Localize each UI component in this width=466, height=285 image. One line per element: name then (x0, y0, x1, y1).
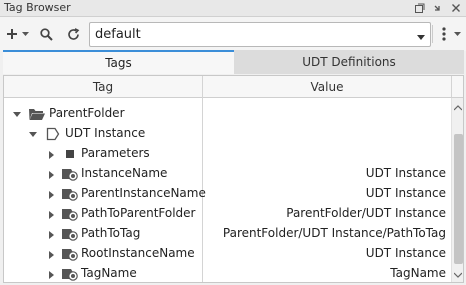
close-icon[interactable] (448, 0, 464, 16)
collapsed-arrow-icon[interactable] (47, 149, 57, 159)
table-header: Tag Value (4, 76, 451, 98)
tree-row[interactable]: ParentFolder (4, 104, 451, 124)
tab-udt-definitions[interactable]: UDT Definitions (234, 50, 464, 74)
tree-row-value: UDT Instance (365, 246, 446, 260)
tree-row-name: UDT Instance (65, 126, 146, 140)
tag-icon (61, 226, 79, 242)
scrollbar-thumb[interactable] (454, 134, 463, 264)
vertical-scrollbar[interactable] (451, 98, 463, 282)
folder-icon (28, 106, 46, 122)
tree-row[interactable]: UDT Instance (4, 124, 451, 144)
tag-provider-value: default (95, 27, 141, 42)
kebab-menu-icon[interactable] (439, 23, 449, 45)
scrollbar-corner (451, 76, 463, 98)
undock-icon[interactable] (412, 0, 428, 16)
tree-row-value: ParentFolder/UDT Instance/PathToTag (222, 226, 446, 240)
tree-row-name: PathToTag (81, 226, 141, 240)
tree-row-value: TagName (390, 266, 446, 280)
minimize-icon[interactable] (430, 0, 446, 16)
tag-icon (61, 266, 79, 282)
scroll-down-icon[interactable] (453, 267, 463, 281)
toolbar: default (0, 17, 466, 51)
udt-instance-icon (45, 126, 63, 142)
tree-row[interactable]: ParentInstanceName UDT Instance (4, 184, 451, 204)
tree-row[interactable]: PathToTag ParentFolder/UDT Instance/Path… (4, 224, 451, 244)
tag-icon (61, 166, 79, 182)
tree-row[interactable]: InstanceName UDT Instance (4, 164, 451, 184)
tab-tags[interactable]: Tags (3, 50, 234, 74)
collapsed-arrow-icon[interactable] (47, 209, 57, 219)
tree-row[interactable]: PathToParentFolder ParentFolder/UDT Inst… (4, 204, 451, 224)
tag-icon (61, 206, 79, 222)
tree-row-name: Parameters (81, 146, 150, 160)
column-header-value[interactable]: Value (203, 76, 451, 97)
tab-bar: Tags UDT Definitions (3, 50, 464, 75)
dropdown-caret-icon[interactable] (20, 23, 30, 45)
tree-row[interactable]: TagName TagName (4, 264, 451, 282)
tree-row-name: RootInstanceName (81, 246, 195, 260)
add-tag-icon[interactable] (4, 23, 20, 45)
tree-row-name: ParentInstanceName (81, 186, 206, 200)
collapsed-arrow-icon[interactable] (47, 169, 57, 179)
scroll-up-icon[interactable] (453, 100, 463, 114)
tag-provider-select[interactable]: default (89, 22, 431, 47)
tree-row-name: TagName (81, 266, 137, 280)
collapsed-arrow-icon[interactable] (47, 189, 57, 199)
kebab-caret-icon[interactable] (452, 23, 462, 45)
parameters-icon (62, 146, 80, 162)
tree-row-name: InstanceName (81, 166, 168, 180)
title-bar: Tag Browser (0, 0, 466, 17)
chevron-down-icon (417, 30, 425, 44)
column-header-tag[interactable]: Tag (4, 76, 202, 97)
expanded-arrow-icon[interactable] (28, 129, 38, 139)
tree-row-value: ParentFolder/UDT Instance (286, 206, 446, 220)
expanded-arrow-icon[interactable] (12, 109, 22, 119)
search-icon[interactable] (37, 23, 55, 45)
collapsed-arrow-icon[interactable] (47, 229, 57, 239)
collapsed-arrow-icon[interactable] (47, 269, 57, 279)
tree-row[interactable]: Parameters (4, 144, 451, 164)
collapsed-arrow-icon[interactable] (47, 249, 57, 259)
tree-row-value: UDT Instance (365, 166, 446, 180)
tree-row[interactable]: RootInstanceName UDT Instance (4, 244, 451, 264)
refresh-icon[interactable] (64, 23, 82, 45)
tree-row-name: ParentFolder (49, 106, 125, 120)
tree-row-value: UDT Instance (365, 186, 446, 200)
window-title: Tag Browser (4, 1, 71, 14)
tag-icon (61, 186, 79, 202)
tag-icon (61, 246, 79, 262)
tree-row-name: PathToParentFolder (81, 206, 196, 220)
tag-tree-table: Tag Value ParentFolder UDT Instance Para… (3, 75, 464, 283)
toolbar-divider (432, 25, 433, 43)
